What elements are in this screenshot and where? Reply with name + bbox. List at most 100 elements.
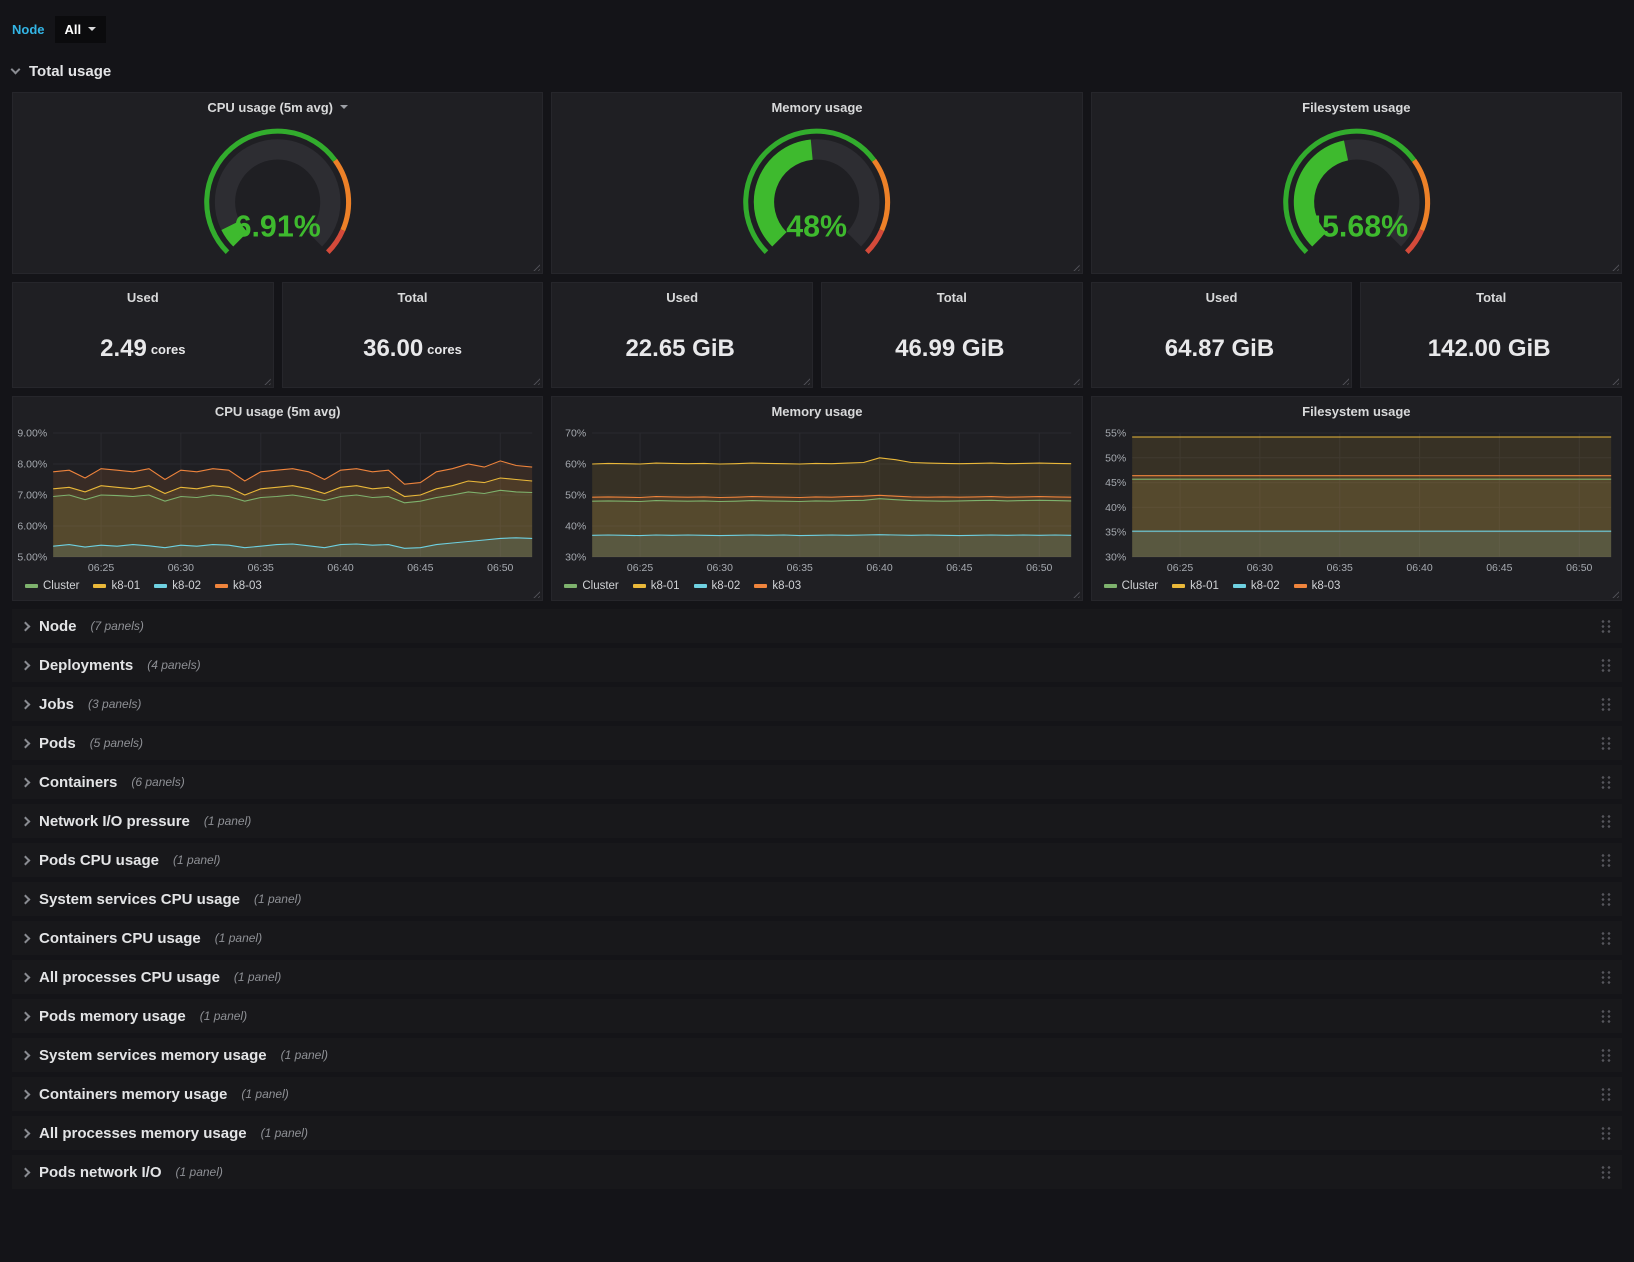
legend-color-icon: [754, 584, 768, 588]
drag-handle-icon[interactable]: [1599, 813, 1612, 829]
svg-text:06:35: 06:35: [787, 562, 813, 574]
legend-item[interactable]: k8-02: [1232, 580, 1280, 592]
panel-title-menu[interactable]: CPU usage (5m avg): [13, 93, 542, 121]
stat-unit: cores: [427, 341, 462, 357]
svg-text:06:45: 06:45: [947, 562, 973, 574]
panel-filesystem-graph: Filesystem usage 55% 50% 45% 40% 35% 30% 06:25…: [1090, 396, 1622, 601]
legend-item[interactable]: k8-03: [1293, 580, 1340, 592]
stat-value: 46.99 GiB: [895, 335, 1005, 362]
panel-title-menu[interactable]: Filesystem usage: [1092, 93, 1621, 121]
drag-handle-icon[interactable]: [1599, 1164, 1612, 1180]
svg-text:40%: 40%: [565, 521, 586, 533]
drag-handle-icon[interactable]: [1599, 891, 1612, 907]
svg-text:06:45: 06:45: [407, 562, 433, 574]
chart-legend: Cluster k8-01 k8-02 k8-03: [552, 577, 1081, 600]
drag-handle-icon[interactable]: [1599, 774, 1612, 790]
graph-row: CPU usage (5m avg) 9.00% 8.00% 7.00% 6.00% 5…: [12, 396, 1622, 601]
row-panel-count: (1 panel): [214, 931, 263, 945]
chevron-right-icon: [20, 855, 31, 865]
chevron-right-icon: [20, 816, 31, 826]
legend-label: Cluster: [1121, 580, 1159, 592]
dashboard-row[interactable]: Node (7 panels): [12, 609, 1622, 643]
legend-item[interactable]: k8-02: [154, 580, 201, 592]
panel-title-menu[interactable]: CPU usage (5m avg): [13, 397, 542, 425]
legend-color-icon: [215, 584, 228, 588]
legend-item[interactable]: k8-03: [754, 580, 801, 592]
drag-handle-icon[interactable]: [1599, 930, 1612, 946]
row-title: Node: [39, 617, 77, 635]
panel-total-memory: Total 46.99 GiB: [820, 282, 1083, 388]
dashboard-row[interactable]: System services memory usage (1 panel): [12, 1038, 1622, 1072]
panel-title-text: Used: [126, 289, 159, 305]
dashboard-row[interactable]: Deployments (4 panels): [12, 648, 1622, 682]
dashboard-row[interactable]: Containers memory usage (1 panel): [12, 1077, 1622, 1111]
panel-title-menu[interactable]: Used: [1092, 283, 1352, 311]
node-variable-dropdown[interactable]: All: [54, 15, 107, 43]
drag-handle-icon[interactable]: [1599, 852, 1612, 868]
legend-item[interactable]: Cluster: [1103, 580, 1159, 592]
panel-title-menu[interactable]: Used: [13, 283, 273, 311]
legend-label: k8-02: [172, 580, 201, 592]
dashboard-row[interactable]: Jobs (3 panels): [12, 687, 1622, 721]
legend-item[interactable]: k8-01: [1172, 580, 1219, 592]
row-total-usage[interactable]: Total usage: [10, 56, 1622, 86]
panel-title-menu[interactable]: Memory usage: [552, 93, 1081, 121]
row-panel-count: (1 panel): [253, 892, 302, 906]
panel-title-text: Used: [666, 289, 699, 305]
legend-item[interactable]: k8-01: [632, 580, 680, 592]
drag-handle-icon[interactable]: [1599, 618, 1612, 634]
cpu-gauge: 6.91%: [204, 128, 352, 255]
drag-handle-icon[interactable]: [1599, 1086, 1612, 1102]
stat-value: 2.49: [100, 335, 147, 362]
row-panel-count: (4 panels): [147, 658, 201, 672]
panel-title-menu[interactable]: Total: [283, 283, 543, 311]
legend-color-icon: [1103, 584, 1117, 588]
dashboard-row[interactable]: Pods (5 panels): [12, 726, 1622, 760]
memory-usage-chart[interactable]: 70% 60% 50% 40% 30% 06:25 06:30 06:35 06:40 06:45…: [552, 425, 1081, 577]
svg-text:06:50: 06:50: [1566, 562, 1592, 574]
svg-text:06:30: 06:30: [1246, 562, 1272, 574]
drag-handle-icon[interactable]: [1599, 696, 1612, 712]
legend-item[interactable]: k8-02: [693, 580, 740, 592]
panel-memory-gauge: Memory usage 48%: [551, 92, 1083, 274]
svg-text:30%: 30%: [565, 552, 586, 564]
dashboard-row[interactable]: All processes CPU usage (1 panel): [12, 960, 1622, 994]
svg-text:35%: 35%: [1105, 527, 1126, 539]
dashboard-row[interactable]: System services CPU usage (1 panel): [12, 882, 1622, 916]
dashboard-row[interactable]: Pods CPU usage (1 panel): [12, 843, 1622, 877]
dashboard-row[interactable]: Network I/O pressure (1 panel): [12, 804, 1622, 838]
drag-handle-icon[interactable]: [1599, 969, 1612, 985]
legend-color-icon: [25, 584, 38, 588]
row-panel-count: (1 panel): [233, 970, 282, 984]
panel-title-menu[interactable]: Memory usage: [552, 397, 1081, 425]
panel-used-filesystem: Used 64.87 GiB: [1090, 282, 1353, 388]
svg-text:06:30: 06:30: [168, 562, 194, 574]
dashboard-row[interactable]: Pods network I/O (1 panel): [12, 1155, 1622, 1189]
panel-title-menu[interactable]: Filesystem usage: [1092, 397, 1621, 425]
chevron-right-icon: [20, 738, 31, 748]
drag-handle-icon[interactable]: [1599, 1008, 1612, 1024]
dashboard-row[interactable]: Containers CPU usage (1 panel): [12, 921, 1622, 955]
stat-value: 64.87 GiB: [1164, 335, 1275, 362]
drag-handle-icon[interactable]: [1599, 1125, 1612, 1141]
row-panel-count: (1 panel): [173, 853, 221, 867]
chevron-down-icon: [10, 64, 21, 74]
stat-value: 36.00: [363, 335, 424, 362]
panel-title-menu[interactable]: Total: [1361, 283, 1621, 311]
dashboard-row[interactable]: Pods memory usage (1 panel): [12, 999, 1622, 1033]
drag-handle-icon[interactable]: [1599, 735, 1612, 751]
panel-used-memory: Used 22.65 GiB: [551, 282, 813, 388]
panel-title-text: Total: [397, 289, 428, 305]
cpu-usage-chart[interactable]: 9.00% 8.00% 7.00% 6.00% 5.00% 06:25 06:30 06:35…: [13, 425, 542, 577]
filesystem-usage-chart[interactable]: 55% 50% 45% 40% 35% 30% 06:25 06:30 06:35 06:40 06…: [1092, 425, 1621, 577]
legend-item[interactable]: k8-01: [93, 580, 140, 592]
panel-title-menu[interactable]: Total: [822, 283, 1082, 311]
dashboard-row[interactable]: Containers (6 panels): [12, 765, 1622, 799]
legend-item[interactable]: Cluster: [564, 580, 619, 592]
drag-handle-icon[interactable]: [1599, 1047, 1612, 1063]
panel-title-menu[interactable]: Used: [552, 283, 812, 311]
dashboard-row[interactable]: All processes memory usage (1 panel): [12, 1116, 1622, 1150]
legend-item[interactable]: k8-03: [215, 580, 262, 592]
drag-handle-icon[interactable]: [1599, 657, 1612, 673]
legend-item[interactable]: Cluster: [25, 580, 79, 592]
